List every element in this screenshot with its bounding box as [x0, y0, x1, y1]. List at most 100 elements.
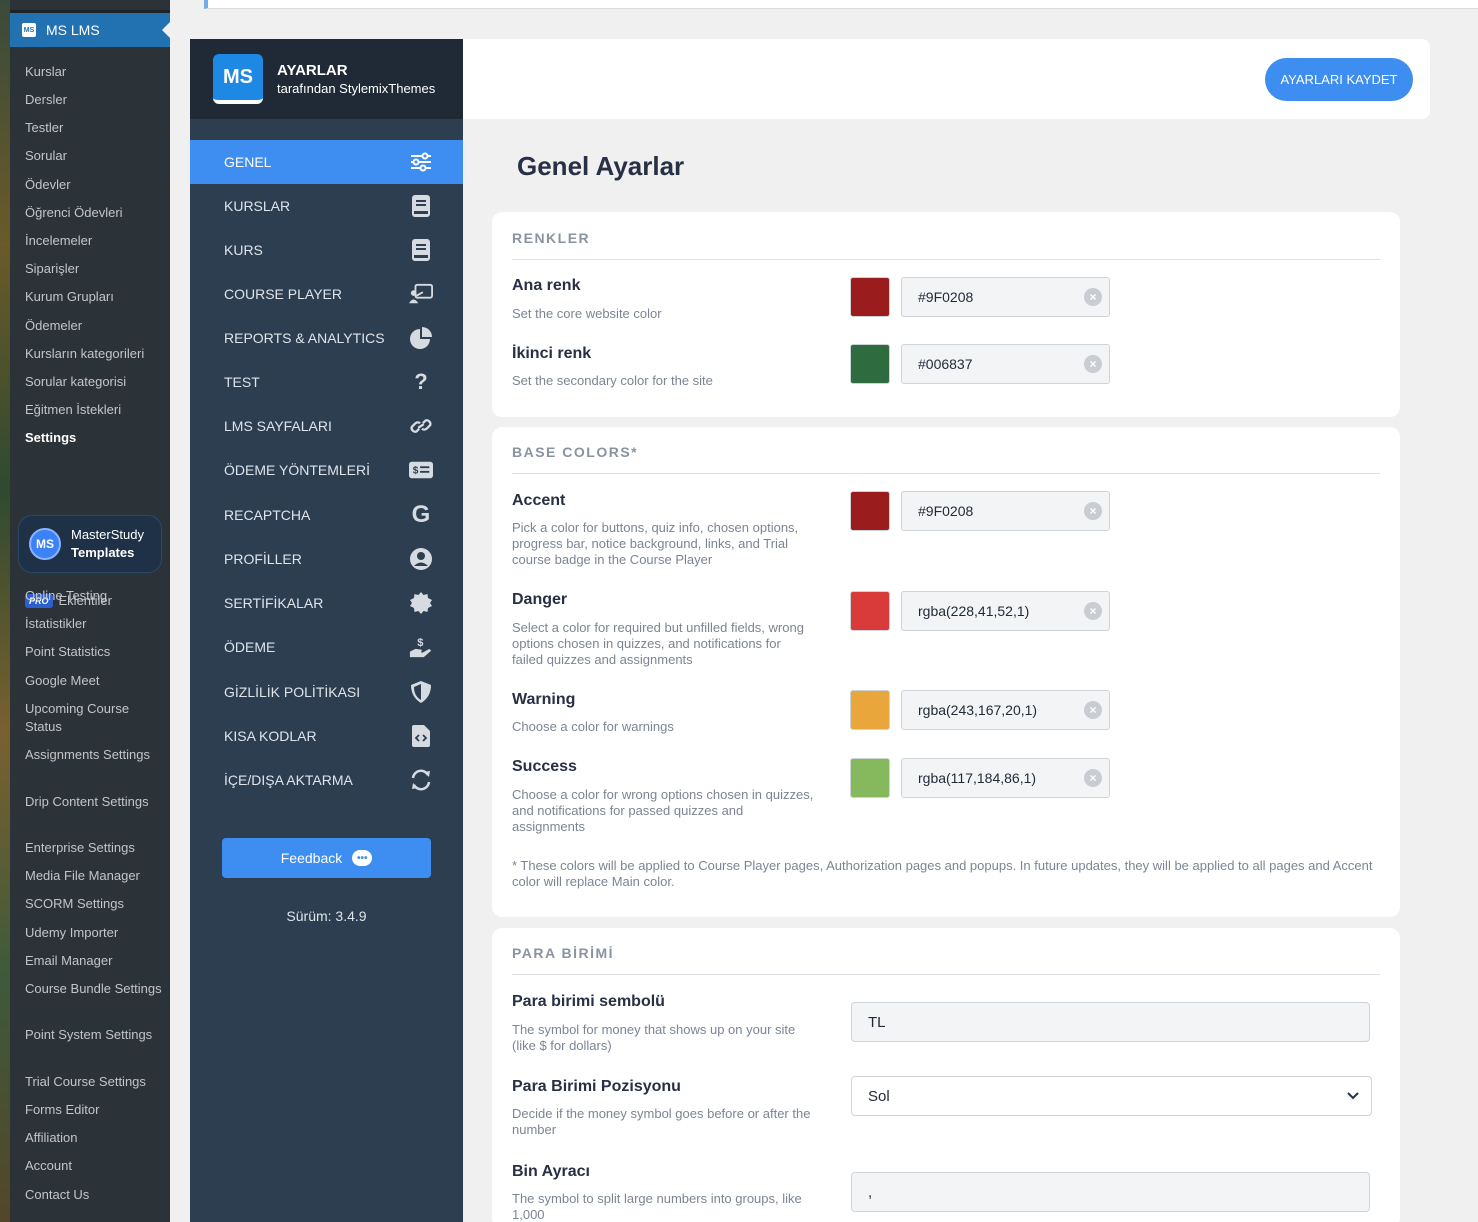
- wp-submenu-item[interactable]: Sorular kategorisi: [25, 373, 165, 391]
- wp-submenu-item[interactable]: İncelemeler: [25, 232, 165, 250]
- wp-submenu-item[interactable]: Point System Settings: [25, 1026, 165, 1044]
- nav-odeme[interactable]: ÖDEME $: [190, 625, 463, 669]
- money-bill-icon: $: [409, 458, 433, 482]
- nav-gizlilik-politikasi[interactable]: GİZLİLİK POLİTİKASI: [190, 670, 463, 714]
- nav-kurs[interactable]: KURS: [190, 228, 463, 272]
- book-icon: [409, 194, 433, 218]
- nav-reports-analytics[interactable]: REPORTS & ANALYTICS: [190, 316, 463, 360]
- nav-kisa-kodlar[interactable]: KISA KODLAR: [190, 714, 463, 758]
- wp-submenu-item[interactable]: Upcoming Course Status: [25, 700, 165, 736]
- user-circle-icon: [409, 547, 433, 571]
- wp-menu-ms-lms[interactable]: MS MS LMS: [10, 13, 170, 47]
- hand-dollar-icon: $: [409, 635, 433, 659]
- color-input-accent[interactable]: #9F0208 ×: [901, 491, 1110, 531]
- wp-submenu-item[interactable]: Siparişler: [25, 260, 165, 278]
- nav-sertifikalar[interactable]: SERTİFİKALAR: [190, 581, 463, 625]
- nav-recaptcha[interactable]: RECAPTCHA G: [190, 493, 463, 537]
- svg-text:$: $: [417, 637, 423, 649]
- wp-submenu-item[interactable]: Google Meet: [25, 672, 165, 690]
- color-swatch-secondary[interactable]: [850, 344, 890, 384]
- wp-submenu-item-settings[interactable]: Settings: [25, 429, 165, 447]
- sliders-icon: [409, 150, 433, 174]
- save-settings-button[interactable]: AYARLARI KAYDET: [1265, 58, 1413, 101]
- wp-submenu-item[interactable]: İstatistikler: [25, 615, 165, 633]
- wp-submenu-item[interactable]: Assignments Settings: [25, 746, 165, 764]
- wp-submenu-item[interactable]: Testler: [25, 119, 165, 137]
- section-title: PARA BİRİMİ: [512, 945, 615, 961]
- color-input-danger[interactable]: rgba(228,41,52,1) ×: [901, 591, 1110, 631]
- admin-notice: [204, 0, 1478, 9]
- wp-submenu-item[interactable]: Email Manager: [25, 952, 165, 970]
- nav-course-player[interactable]: COURSE PLAYER: [190, 272, 463, 316]
- wp-submenu-item[interactable]: Sorular: [25, 147, 165, 165]
- clear-icon[interactable]: ×: [1084, 701, 1102, 719]
- wp-submenu-item[interactable]: Affiliation: [25, 1129, 165, 1147]
- color-swatch-success[interactable]: [850, 758, 890, 798]
- nav-label: RECAPTCHA: [224, 507, 311, 523]
- nav-lms-sayfalari[interactable]: LMS SAYFALARI: [190, 404, 463, 448]
- nav-ice-disa-aktarma[interactable]: İÇE/DIŞA AKTARMA: [190, 758, 463, 802]
- wp-submenu-item[interactable]: Kursların kategorileri: [25, 345, 165, 363]
- color-input-secondary[interactable]: #006837 ×: [901, 344, 1110, 384]
- masterstudy-templates-button[interactable]: MS MasterStudy Templates: [18, 515, 162, 573]
- currency-card: PARA BİRİMİ Para birimi sembolü The symb…: [492, 928, 1400, 1222]
- thousands-separator-input[interactable]: ,: [851, 1172, 1370, 1212]
- field-label: Accent: [512, 492, 566, 509]
- wp-submenu-item[interactable]: Kurum Grupları: [25, 288, 165, 306]
- wp-submenu-item[interactable]: Account: [25, 1157, 165, 1175]
- wp-submenu-item[interactable]: Point Statistics: [25, 643, 165, 661]
- pie-chart-icon: [409, 326, 433, 350]
- settings-sidebar: MS AYARLAR tarafından StylemixThemes GEN…: [190, 39, 463, 1222]
- nav-genel[interactable]: GENEL: [190, 140, 463, 184]
- color-swatch-main[interactable]: [850, 277, 890, 317]
- wp-submenu-item[interactable]: Ödemeler: [25, 317, 165, 335]
- field-description: Decide if the money symbol goes before o…: [512, 1106, 811, 1137]
- color-swatch-danger[interactable]: [850, 591, 890, 631]
- clear-icon[interactable]: ×: [1084, 355, 1102, 373]
- nav-label: GENEL: [224, 154, 272, 170]
- field-description: Set the secondary color for the site: [512, 373, 713, 388]
- wp-submenu-item[interactable]: Eğitmen İstekleri: [25, 401, 165, 419]
- nav-label: GİZLİLİK POLİTİKASI: [224, 684, 361, 700]
- clear-icon[interactable]: ×: [1084, 602, 1102, 620]
- wp-submenu-item[interactable]: Enterprise Settings: [25, 839, 165, 857]
- feedback-button[interactable]: Feedback •••: [222, 838, 431, 878]
- wp-submenu-item[interactable]: Öğrenci Ödevleri: [25, 204, 165, 222]
- wp-submenu-item[interactable]: Forms Editor: [25, 1101, 165, 1119]
- settings-brand: MS AYARLAR tarafından StylemixThemes: [190, 39, 463, 119]
- nav-test[interactable]: TEST ?: [190, 360, 463, 404]
- wp-submenu-item[interactable]: Media File Manager: [25, 867, 165, 885]
- wp-submenu-item[interactable]: Online Testing: [25, 587, 165, 605]
- nav-odeme-yontemleri[interactable]: ÖDEME YÖNTEMLERİ $: [190, 448, 463, 492]
- wp-submenu-item[interactable]: Udemy Importer: [25, 924, 165, 942]
- wp-submenu-item[interactable]: Kurslar: [25, 63, 165, 81]
- settings-header: AYARLARI KAYDET: [463, 39, 1430, 119]
- wp-submenu-item[interactable]: Drip Content Settings: [25, 793, 165, 811]
- wp-submenu-item[interactable]: Trial Course Settings: [25, 1073, 165, 1091]
- wp-submenu-item[interactable]: Ödevler: [25, 176, 165, 194]
- currency-position-select[interactable]: Sol: [851, 1076, 1372, 1116]
- color-swatch-accent[interactable]: [850, 491, 890, 531]
- book-icon: [409, 238, 433, 262]
- color-input-warning[interactable]: rgba(243,167,20,1) ×: [901, 690, 1110, 730]
- wp-submenu-item[interactable]: Course Bundle Settings: [25, 980, 165, 998]
- section-divider: [512, 473, 1380, 474]
- presentation-icon: [409, 282, 433, 306]
- wp-submenu-item[interactable]: SCORM Settings: [25, 895, 165, 913]
- nav-profiller[interactable]: PROFİLLER: [190, 537, 463, 581]
- color-input-main[interactable]: #9F0208 ×: [901, 277, 1110, 317]
- color-value: rgba(243,167,20,1): [918, 702, 1038, 718]
- wp-menu-astra[interactable]: [10, 0, 170, 10]
- clear-icon[interactable]: ×: [1084, 288, 1102, 306]
- section-title: BASE COLORS*: [512, 444, 639, 460]
- clear-icon[interactable]: ×: [1084, 502, 1102, 520]
- wp-submenu-item[interactable]: Dersler: [25, 91, 165, 109]
- color-swatch-warning[interactable]: [850, 690, 890, 730]
- wp-submenu-item[interactable]: Contact Us: [25, 1186, 165, 1204]
- field-label: Bin Ayracı: [512, 1163, 590, 1180]
- color-input-success[interactable]: rgba(117,184,86,1) ×: [901, 758, 1110, 798]
- chat-bubble-icon: •••: [352, 850, 373, 866]
- currency-symbol-input[interactable]: TL: [851, 1002, 1370, 1042]
- clear-icon[interactable]: ×: [1084, 769, 1102, 787]
- nav-kurslar[interactable]: KURSLAR: [190, 184, 463, 228]
